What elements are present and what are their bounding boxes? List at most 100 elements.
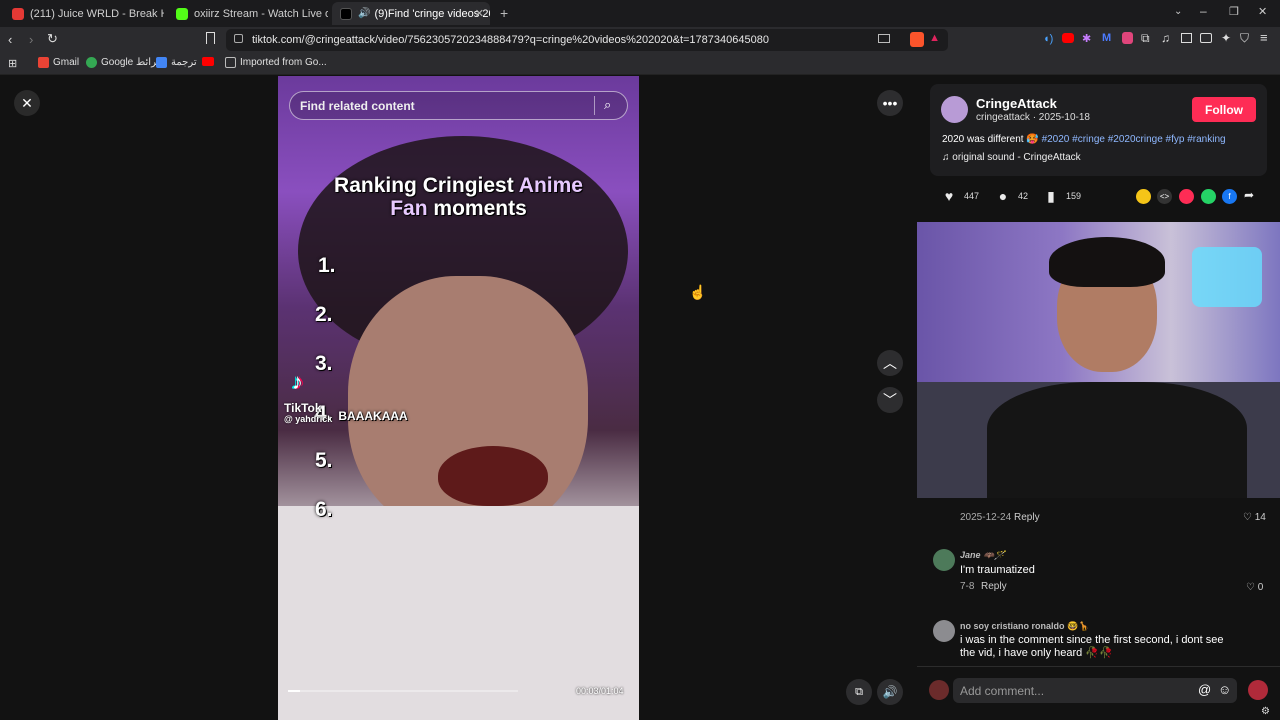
minimize-icon[interactable]: – [1200, 4, 1207, 18]
send-icon[interactable] [1179, 189, 1194, 204]
bookmarks-bar: ⊞ Gmail Google خرائط ترجمة Imported from… [0, 53, 1280, 75]
webcam-overlay [917, 222, 1280, 498]
avatar[interactable] [941, 96, 968, 123]
leo-ai-icon[interactable]: ✦ [1221, 31, 1231, 45]
more-dots-icon: ••• [882, 95, 898, 111]
comment-bubble-icon[interactable]: ● [995, 188, 1011, 204]
tab-search-icon[interactable]: ⌄ [1174, 6, 1182, 17]
music-icon[interactable]: ♫ [1161, 31, 1170, 45]
video-progress-track[interactable] [288, 690, 518, 692]
close-window-icon[interactable]: ✕ [1258, 5, 1267, 18]
sidebar-icon[interactable] [1181, 33, 1192, 43]
bookmark-youtube[interactable] [202, 57, 218, 66]
chevron-down-icon: ﹀ [883, 392, 897, 408]
like-heart-icon[interactable]: ♥ [941, 188, 957, 204]
menu-icon[interactable]: ≡ [1260, 30, 1268, 45]
reply-button[interactable]: Reply [981, 581, 1007, 592]
save-bookmark-icon[interactable]: ▮ [1043, 188, 1059, 204]
video-frame-mouth [438, 446, 548, 506]
extension-icon[interactable]: ✱ [1082, 32, 1091, 45]
comment-username[interactable]: Jane 🦇🪄 [960, 550, 1005, 561]
puzzle-extensions-icon[interactable]: ⧉ [1141, 31, 1150, 46]
bookmark-page-icon[interactable] [206, 32, 215, 44]
sound-row[interactable]: ♫ original sound - CringeAttack [942, 152, 1081, 163]
comment-like[interactable]: ♡ 0 [1246, 582, 1263, 593]
details-panel: CringeAttack cringeattack · 2025-10-18 F… [917, 76, 1280, 720]
volume-button[interactable]: 🔊 [877, 679, 903, 705]
tiktok-video-page: ✕ Find related content ⌕ Ranking Cringie… [0, 76, 1280, 720]
settings-icon[interactable]: ⚙ [1261, 706, 1270, 717]
coin-icon[interactable] [1136, 189, 1151, 204]
more-options-button[interactable]: ••• [877, 90, 903, 116]
avatar[interactable] [933, 620, 955, 642]
author-display-name[interactable]: CringeAttack [976, 96, 1057, 111]
close-video-button[interactable]: ✕ [14, 90, 40, 116]
search-icon[interactable]: ⌕ [604, 97, 611, 113]
title-text: moments [427, 197, 527, 220]
tiktok-favicon-icon [340, 7, 352, 20]
tab-strip: (211) Juice WRLD - Break Her Heart ( oxi… [0, 0, 1280, 27]
mini-player-button[interactable]: ⧉ [846, 679, 872, 705]
youtube-extension-icon[interactable] [1062, 33, 1074, 43]
video-progress-fill [288, 690, 300, 692]
find-related-search[interactable]: Find related content ⌕ [289, 91, 628, 120]
new-tab-icon[interactable]: + [500, 5, 508, 21]
video-player[interactable]: Find related content ⌕ Ranking Cringiest… [278, 76, 639, 720]
vpn-shield-icon[interactable]: ⛉ [1240, 31, 1249, 46]
embed-code-icon[interactable]: <> [1157, 189, 1172, 204]
caption-text: 2020 was different 🥵 [942, 134, 1039, 145]
mention-icon[interactable]: @ [1198, 682, 1211, 697]
title-text-accent: Anime [518, 174, 583, 197]
reload-icon[interactable]: ↻ [47, 31, 58, 47]
brave-rewards-icon[interactable]: ▲ [929, 32, 940, 44]
comment-like-count: 14 [1254, 512, 1266, 523]
share-arrow-icon[interactable]: ➦ [1244, 188, 1254, 202]
watermark-user: @ yahdrick [284, 414, 333, 424]
tab-youtube[interactable]: (211) Juice WRLD - Break Her Heart ( [4, 2, 164, 25]
facebook-icon[interactable]: f [1222, 189, 1237, 204]
whatsapp-icon[interactable] [1201, 189, 1216, 204]
emoji-icon[interactable]: ☺ [1218, 682, 1231, 697]
comment-like[interactable]: ♡ 14 [1243, 512, 1266, 523]
maximize-icon[interactable]: ❐ [1229, 5, 1239, 18]
mouse-pointer-icon: ☝ [689, 284, 707, 300]
extension-icon[interactable]: ◖) [1043, 33, 1053, 45]
extension-icon[interactable]: M [1102, 32, 1111, 44]
close-tab-icon[interactable]: ✕ [475, 7, 484, 20]
wallet-icon[interactable] [1200, 33, 1212, 43]
brave-shields-icon[interactable] [910, 32, 924, 47]
avatar[interactable] [933, 549, 955, 571]
bookmark-label: Imported from Go... [240, 57, 327, 68]
next-video-button[interactable]: ﹀ [877, 387, 903, 413]
extension-icon[interactable] [1122, 32, 1133, 44]
bookmark-folder-imported[interactable]: Imported from Go... [225, 57, 327, 68]
forward-icon[interactable]: › [29, 32, 33, 47]
reply-button[interactable]: Reply [1014, 512, 1040, 523]
webcam-lamp [1192, 247, 1262, 307]
cast-icon[interactable] [878, 34, 890, 43]
comment-input[interactable]: Add comment... @ ☺ [953, 678, 1237, 703]
bookmark-translate[interactable]: ترجمة [156, 57, 197, 68]
back-icon[interactable]: ‹ [8, 32, 12, 47]
caption-hashtags[interactable]: #2020 #cringe #2020cringe #fyp #ranking [1042, 134, 1226, 145]
heart-outline-icon: ♡ [1243, 512, 1252, 523]
site-info-icon[interactable] [234, 34, 243, 43]
comment-username[interactable]: no soy cristiano ronaldo 🤓🦒 [960, 621, 1089, 632]
like-count: 447 [964, 191, 980, 201]
video-overlay-title: Ranking Cringiest Anime Fan moments [278, 174, 639, 220]
address-bar[interactable]: tiktok.com/@cringeattack/video/756230572… [226, 29, 948, 51]
apps-grid-icon[interactable]: ⊞ [8, 57, 17, 70]
bookmark-maps[interactable]: Google خرائط [86, 57, 163, 68]
follow-button[interactable]: Follow [1192, 97, 1256, 122]
tab-kick[interactable]: oxiirz Stream - Watch Live on Kick [168, 2, 328, 25]
previous-video-button[interactable]: ︿ [877, 350, 903, 376]
title-text: Ranking Cringiest [334, 174, 519, 197]
comment-text: i was in the comment since the first sec… [960, 634, 1224, 659]
webcam-person-shirt [987, 382, 1247, 498]
bookmark-gmail[interactable]: Gmail [38, 57, 79, 68]
post-comment-button[interactable] [1248, 680, 1268, 700]
url-text: tiktok.com/@cringeattack/video/756230572… [252, 34, 769, 46]
tab-tiktok[interactable]: 🔊 (9)Find 'cringe videos 2020' o ✕ [332, 2, 490, 25]
comment-like-count: 0 [1257, 582, 1264, 593]
translate-icon [156, 57, 167, 68]
